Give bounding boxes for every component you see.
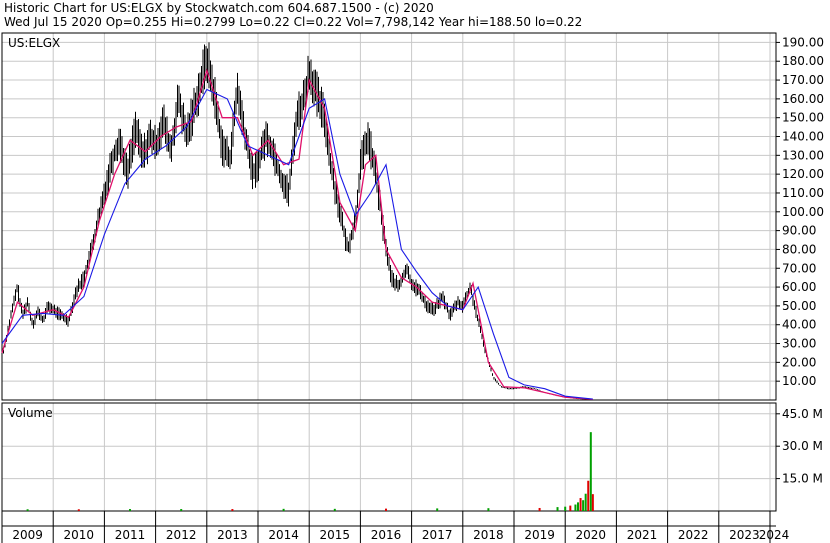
volume-bar (231, 509, 234, 511)
volume-bar (538, 507, 541, 511)
price-tick-label: 140.00 (782, 130, 824, 144)
volume-tick-label: 45.0 M (782, 407, 823, 421)
volume-bar (487, 508, 490, 511)
year-tick-label: 2014 (268, 528, 299, 542)
volume-bar (282, 508, 285, 511)
price-tick-label: 60.00 (782, 280, 816, 294)
volume-bar (180, 509, 183, 511)
year-tick-label: 2022 (678, 528, 709, 542)
price-tick-label: 30.00 (782, 337, 816, 351)
price-tick-label: 120.00 (782, 167, 824, 181)
price-tick-label: 190.00 (782, 35, 824, 49)
volume-tick-label: 15.0 M (782, 472, 823, 486)
price-tick-label: 150.00 (782, 111, 824, 125)
volume-y-axis: 15.0 M 30.0 M 45.0 M (776, 407, 823, 486)
volume-bar (584, 493, 587, 511)
price-tick-label: 180.00 (782, 54, 824, 68)
volume-grid (2, 413, 776, 480)
volume-bar (77, 509, 80, 511)
price-grid (2, 41, 776, 382)
year-tick-label: 2009 (12, 528, 43, 542)
volume-bar (556, 507, 559, 511)
volume-bar (436, 508, 439, 511)
price-tick-label: 160.00 (782, 92, 824, 106)
price-tick-label: 170.00 (782, 73, 824, 87)
volume-bar (564, 506, 567, 511)
volume-bar (589, 432, 592, 511)
year-tick-label: 2020 (576, 528, 607, 542)
year-tick-label: 2024 (759, 528, 790, 542)
volume-panel-frame (1, 402, 777, 512)
year-tick-label: 2011 (115, 528, 146, 542)
price-tick-label: 130.00 (782, 148, 824, 162)
volume-bar (577, 502, 579, 511)
year-tick-label: 2013 (217, 528, 248, 542)
price-panel-frame (1, 32, 777, 401)
volume-bar (591, 494, 594, 511)
volume-bar (26, 509, 29, 511)
volume-bar (129, 509, 131, 511)
year-tick-label: 2015 (320, 528, 351, 542)
price-tick-label: 70.00 (782, 261, 816, 275)
price-tick-label: 110.00 (782, 186, 824, 200)
price-bars (1, 42, 592, 400)
volume-bar (569, 505, 572, 511)
price-tick-label: 50.00 (782, 299, 816, 313)
price-y-axis: 10.00 20.00 30.00 40.00 50.00 60.00 70.00 80.00… (776, 35, 824, 388)
year-grid (1, 33, 771, 511)
volume-bar (579, 498, 582, 511)
price-tick-label: 90.00 (782, 224, 816, 238)
year-tick-label: 2017 (422, 528, 453, 542)
year-tick-label: 2019 (524, 528, 555, 542)
price-tick-label: 40.00 (782, 318, 816, 332)
price-tick-label: 80.00 (782, 242, 816, 256)
volume-panel-label: Volume (8, 406, 53, 420)
x-axis: 2009 2010 2011 2012 2013 2014 2015 2016 2017 2018… (1, 511, 790, 543)
stock-chart: 10.00 20.00 30.00 40.00 50.00 60.00 70.00 80.00… (1, 32, 824, 543)
volume-tick-label: 30.0 M (782, 439, 823, 453)
volume-bar (587, 480, 590, 511)
year-tick-label: 2018 (473, 528, 504, 542)
volume-bars (26, 432, 594, 511)
price-tick-label: 100.00 (782, 205, 824, 219)
price-tick-label: 20.00 (782, 355, 816, 369)
year-tick-label: 2016 (371, 528, 402, 542)
price-tick-label: 10.00 (782, 374, 816, 388)
year-tick-label: 2012 (166, 528, 197, 542)
volume-bar (333, 508, 336, 511)
year-tick-label: 2021 (627, 528, 658, 542)
price-panel-label: US:ELGX (8, 36, 60, 50)
volume-bar (574, 504, 577, 511)
year-tick-label: 2010 (64, 528, 95, 542)
volume-bar (582, 500, 585, 511)
year-tick-label: 2023 (729, 528, 760, 542)
volume-bar (385, 508, 387, 511)
